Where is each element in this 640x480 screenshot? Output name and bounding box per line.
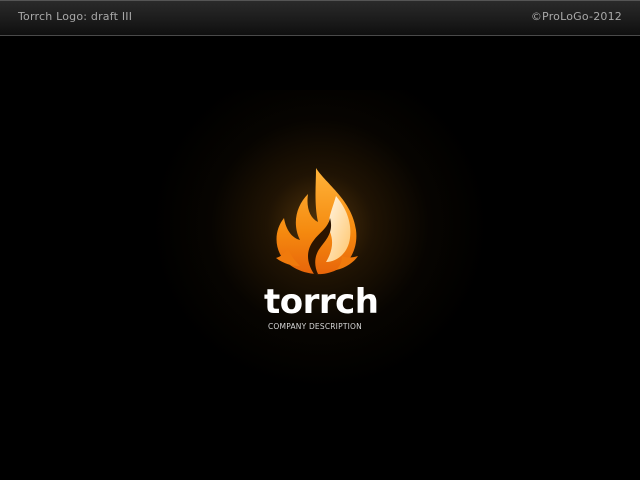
company-tagline: COMPANY DESCRIPTION	[268, 322, 362, 331]
flame-icon	[276, 168, 358, 275]
registered-mark: ®	[369, 294, 376, 302]
page-title: Torrch Logo: draft III	[18, 10, 133, 23]
brand-wordmark: torrch	[264, 282, 379, 322]
top-bar: Torrch Logo: draft III ©ProLoGo-2012	[0, 0, 640, 36]
page: Torrch Logo: draft III ©ProLoGo-2012 tor…	[0, 0, 640, 480]
divider	[0, 35, 640, 36]
copyright-text: ©ProLoGo-2012	[530, 10, 622, 23]
